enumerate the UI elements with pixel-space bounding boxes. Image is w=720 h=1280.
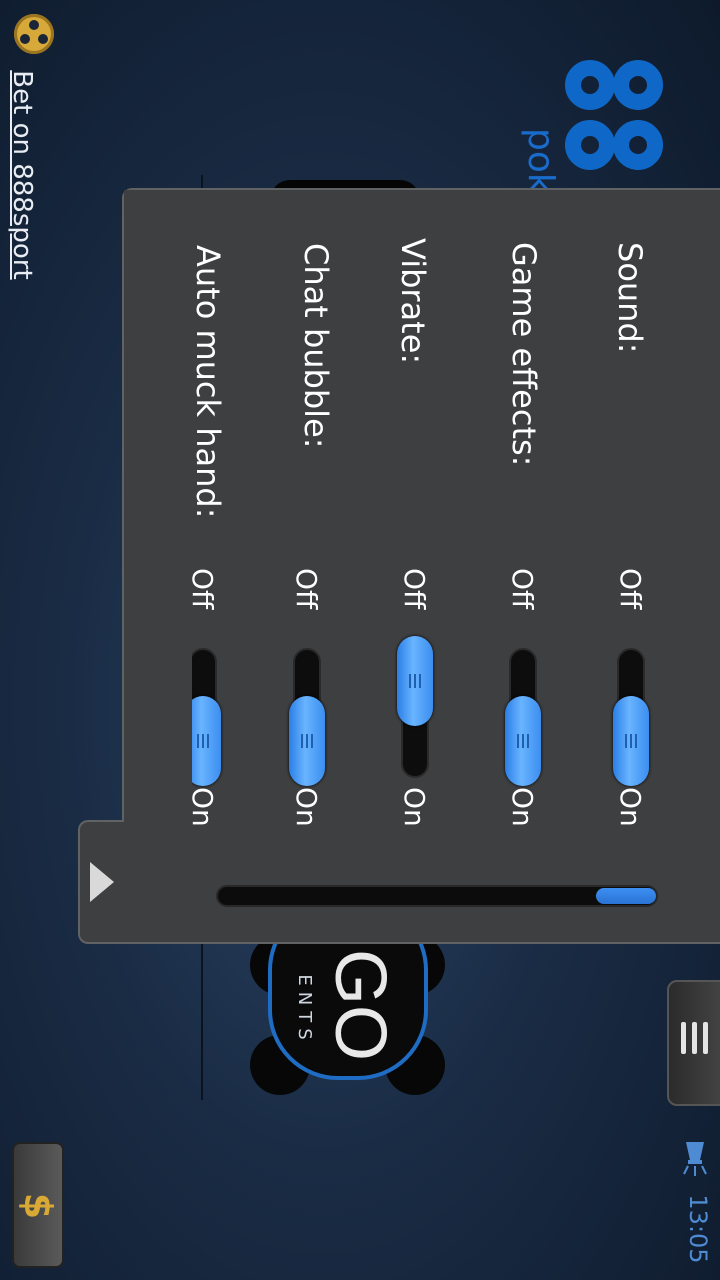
chat-bubble-label: Chat bubble:	[297, 243, 335, 449]
vibrate-label: Vibrate:	[394, 238, 432, 365]
list-clip-edge	[124, 190, 192, 810]
chat-bubble-on-label: On	[290, 787, 323, 827]
sound-toggle-thumb[interactable]	[613, 696, 649, 786]
auto-muck-hand-label: Auto muck hand:	[189, 245, 227, 519]
vibrate-toggle-thumb[interactable]	[397, 636, 433, 726]
settings-scrollbar[interactable]	[216, 885, 658, 907]
dollar-icon[interactable]: $	[16, 1176, 60, 1236]
panel-tab-joint	[120, 822, 140, 942]
bingo-subtitle: ENTS	[294, 974, 315, 1046]
vibrate-on-label: On	[398, 787, 431, 827]
game-effects-on-label: On	[506, 787, 539, 827]
notification-lamp-icon	[683, 1142, 707, 1176]
status-clock: 13:05	[684, 1194, 712, 1264]
888-logo	[565, 60, 665, 190]
soccer-ball-icon[interactable]	[14, 14, 54, 54]
vibrate-off-label: Off	[398, 568, 431, 610]
sound-on-label: On	[614, 787, 647, 827]
chat-bubble-toggle-thumb[interactable]	[289, 696, 325, 786]
game-effects-label: Game effects:	[505, 242, 543, 467]
menu-button[interactable]	[667, 980, 720, 1106]
chat-bubble-off-label: Off	[290, 568, 323, 610]
game-effects-off-label: Off	[506, 568, 539, 610]
settings-scroll-thumb[interactable]	[596, 888, 656, 904]
sound-label: Sound:	[611, 242, 649, 354]
bingo-title: GO	[320, 948, 400, 1061]
sound-off-label: Off	[614, 568, 647, 610]
collapse-arrow-icon[interactable]	[90, 862, 114, 902]
game-effects-toggle-thumb[interactable]	[505, 696, 541, 786]
bet-on-888sport-link[interactable]: Bet on 888sport	[7, 65, 37, 285]
